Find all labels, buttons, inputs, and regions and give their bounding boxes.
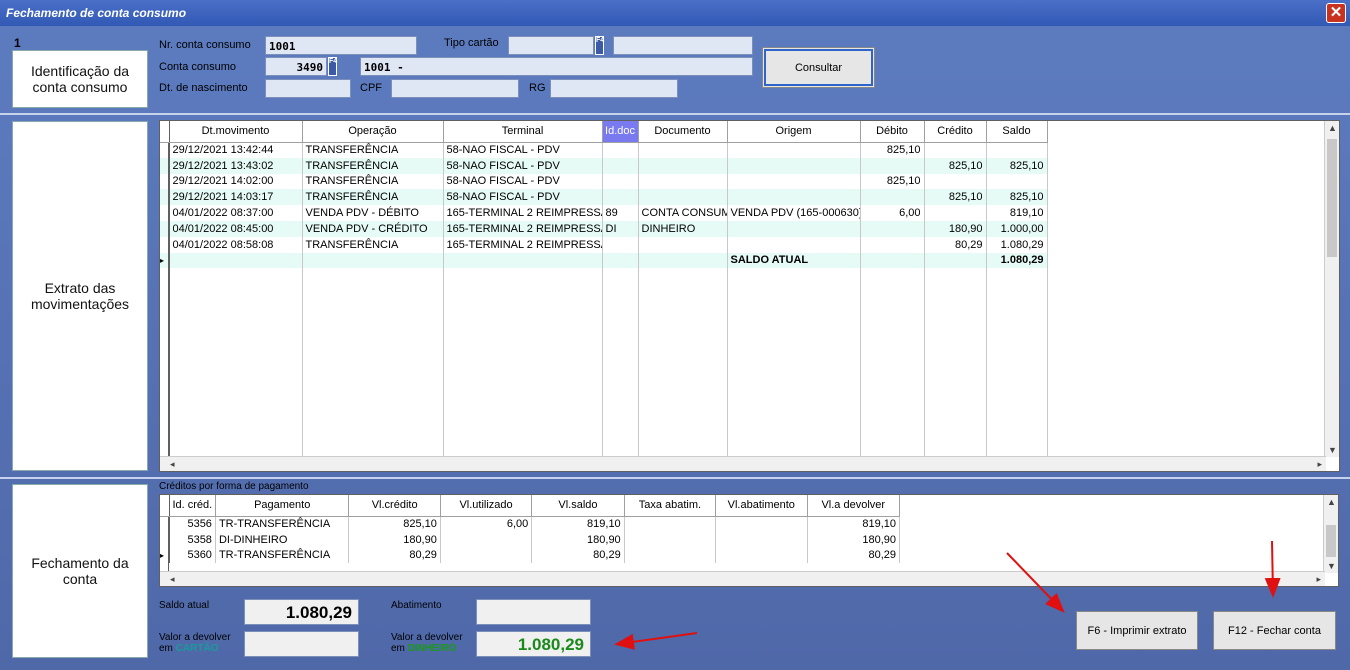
window: Fechamento de conta consumo ✕ 1 Identifi… <box>0 0 1350 670</box>
annotation-arrows <box>614 540 1281 650</box>
arrow-to-imprimir-icon <box>1006 552 1065 613</box>
arrow-to-dinheiro-icon <box>614 632 698 650</box>
arrow-to-fechar-icon <box>1264 540 1281 598</box>
